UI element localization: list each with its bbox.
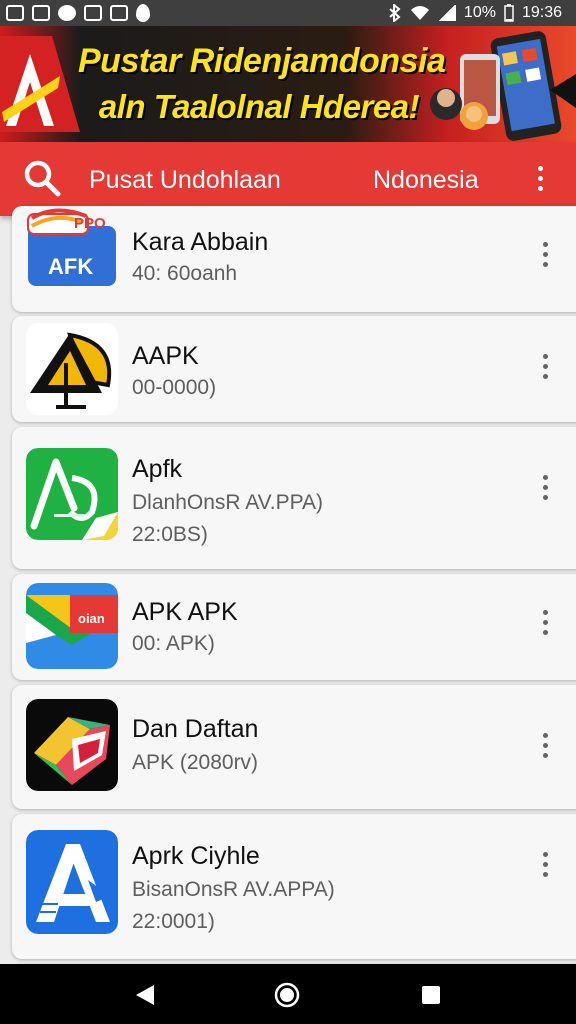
navigation-bar xyxy=(0,964,576,1024)
app-name: Dan Daftan xyxy=(132,715,259,743)
folder-main-label: AFK xyxy=(48,254,93,279)
status-bar: 10% 19:36 xyxy=(0,0,576,26)
app-card[interactable]: Dan Daftan APK (2080rv) xyxy=(12,685,576,809)
apk-folder-icon: PPO AFK xyxy=(26,206,118,288)
app-bar: Pusat Undohlaan Ndonesia xyxy=(0,142,576,216)
apk-envelope-icon: oian xyxy=(26,583,118,669)
item-more-icon[interactable] xyxy=(540,475,550,501)
brand-logo-icon xyxy=(0,36,80,132)
search-icon[interactable] xyxy=(22,158,62,198)
apfk-green-icon xyxy=(26,448,118,540)
clock: 19:36 xyxy=(521,4,562,21)
overflow-menu-icon[interactable] xyxy=(530,166,550,194)
notification-icons xyxy=(6,4,150,22)
tab-region[interactable]: Ndonesia xyxy=(373,166,479,195)
app-name: APK APK xyxy=(132,598,238,626)
app-card[interactable]: oian APK APK 00: APK) xyxy=(12,574,576,680)
app-meta-secondary: 22:0001) xyxy=(132,910,215,933)
item-more-icon[interactable] xyxy=(540,242,550,268)
bluetooth-icon xyxy=(389,4,401,22)
battery-icon xyxy=(504,4,514,22)
envelope-tag-label: oian xyxy=(78,611,105,626)
screen: 10% 19:36 Pustar Ridenjamdonsia aln Taal… xyxy=(0,0,576,1024)
banner-headline: Pustar Ridenjamdonsia xyxy=(78,42,446,80)
browser-icon xyxy=(58,5,76,21)
app-name: Aprk Ciyhle xyxy=(132,842,260,870)
app-meta: 40: 60oanh xyxy=(132,262,238,285)
app-name: Apfk xyxy=(132,455,183,483)
promo-banner[interactable]: Pustar Ridenjamdonsia aln Taalolnal Hder… xyxy=(0,26,576,142)
banner-illustration-icon xyxy=(430,31,576,141)
item-more-icon[interactable] xyxy=(540,852,550,878)
app-name: AAPK xyxy=(132,342,199,370)
location-icon xyxy=(136,4,150,22)
gallery-icon xyxy=(32,5,50,21)
download-icon xyxy=(110,5,128,21)
app-card[interactable]: Apfk DlanhOnsR AV.PPA) 22:0BS) xyxy=(12,427,576,569)
recents-icon[interactable] xyxy=(421,985,441,1005)
app-card[interactable]: AAPK 00-0000) xyxy=(12,316,576,422)
system-icons: 10% 19:36 xyxy=(388,4,562,22)
app-card[interactable]: PPO AFK Kara Abbain 40: 60oanh xyxy=(12,206,576,312)
banner-subheadline: aln Taalolnal Hderea! xyxy=(98,88,420,125)
folder-tag-label: PPO xyxy=(74,215,106,232)
wifi-icon xyxy=(410,6,429,20)
tab-app-title[interactable]: Pusat Undohlaan xyxy=(89,166,281,195)
app-meta: APK (2080rv) xyxy=(132,751,259,774)
aapk-triangle-icon xyxy=(26,323,118,415)
app-meta: 00-0000) xyxy=(132,376,217,399)
mail-icon xyxy=(84,5,102,21)
item-more-icon[interactable] xyxy=(540,354,550,380)
app-meta-secondary: 22:0BS) xyxy=(132,523,208,546)
item-more-icon[interactable] xyxy=(540,733,550,759)
signal-icon xyxy=(437,5,456,21)
dan-daftan-cube-icon xyxy=(26,699,118,791)
app-card[interactable]: Aprk Ciyhle BisanOnsR AV.APPA) 22:0001) xyxy=(12,814,576,959)
item-more-icon[interactable] xyxy=(540,610,550,636)
home-icon[interactable] xyxy=(274,982,300,1008)
notification-icon xyxy=(6,5,24,21)
app-name: Kara Abbain xyxy=(132,228,269,256)
app-meta: 00: APK) xyxy=(132,632,215,655)
back-icon[interactable] xyxy=(134,984,156,1006)
app-meta: BisanOnsR AV.APPA) xyxy=(132,878,335,901)
app-meta: DlanhOnsR AV.PPA) xyxy=(132,491,324,514)
aprk-blue-icon xyxy=(26,830,118,934)
battery-percent: 10% xyxy=(463,4,496,21)
